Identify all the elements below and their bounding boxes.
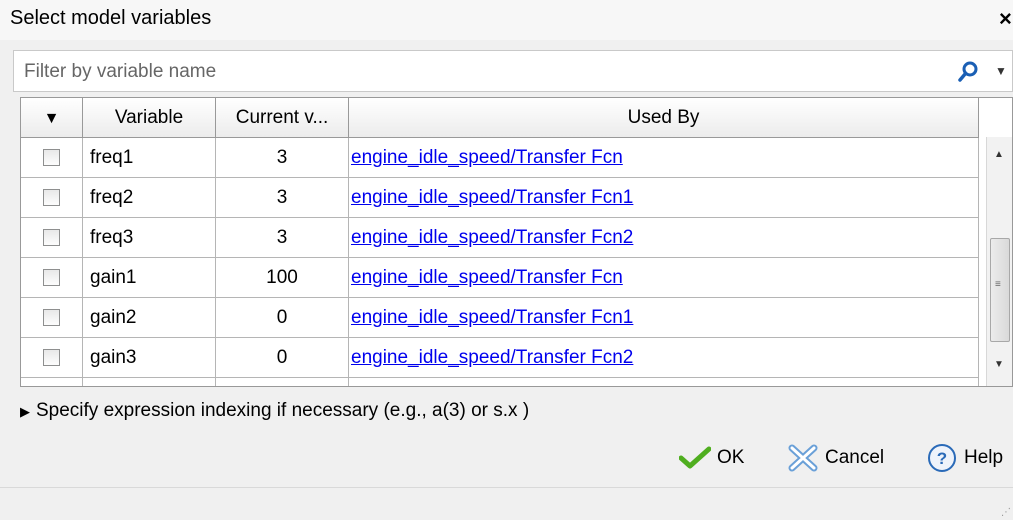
- row-checkbox[interactable]: [43, 308, 60, 326]
- help-button[interactable]: ? Help: [926, 442, 1003, 474]
- value-cell: 3: [215, 137, 349, 178]
- cancel-label: Cancel: [825, 447, 885, 468]
- variable-column-header[interactable]: Variable: [82, 98, 216, 138]
- check-icon: [679, 446, 711, 469]
- cancel-button[interactable]: Cancel: [787, 442, 884, 474]
- ok-button[interactable]: OK: [679, 442, 744, 474]
- scroll-down-arrow-icon[interactable]: ▼: [994, 359, 1004, 370]
- row-checkbox[interactable]: [43, 148, 60, 166]
- expander-label: Specify expression indexing if necessary…: [36, 400, 530, 421]
- variables-table: ▼ Variable Current v... Used By freq1 3 …: [20, 97, 1013, 387]
- search-icon[interactable]: [957, 60, 981, 84]
- table-header-row: ▼ Variable Current v... Used By: [21, 98, 979, 138]
- vertical-scrollbar[interactable]: ▲ ≡ ▼: [986, 137, 1012, 386]
- variable-cell: freq2: [82, 177, 216, 218]
- filter-input[interactable]: [14, 51, 956, 93]
- scrollbar-thumb[interactable]: ≡: [990, 238, 1010, 342]
- used-by-link[interactable]: engine_idle_speed/Transfer Fcn2: [351, 347, 633, 368]
- table-row: freq1 3 engine_idle_speed/Transfer Fcn: [21, 137, 979, 178]
- resize-grip-icon[interactable]: ⋰: [1001, 507, 1011, 518]
- grip-icon: ≡: [995, 279, 1001, 290]
- triangle-right-icon: ▶: [20, 404, 30, 419]
- used-by-link[interactable]: engine_idle_speed/Transfer Fcn1: [351, 187, 633, 208]
- used-by-link[interactable]: engine_idle_speed/Transfer Fcn: [351, 267, 623, 288]
- status-bar: ⋰: [0, 487, 1013, 520]
- row-checkbox[interactable]: [43, 268, 60, 286]
- svg-text:?: ?: [937, 449, 947, 468]
- table-row-partial: [21, 377, 979, 386]
- filter-box: ▼: [13, 50, 1013, 93]
- value-cell: 100: [215, 257, 349, 298]
- window-title: Select model variables: [10, 7, 212, 29]
- used-by-link[interactable]: engine_idle_speed/Transfer Fcn1: [351, 307, 633, 328]
- close-icon[interactable]: ×: [999, 6, 1013, 32]
- scroll-up-arrow-icon[interactable]: ▲: [994, 149, 1004, 160]
- used-by-link[interactable]: engine_idle_speed/Transfer Fcn2: [351, 227, 633, 248]
- variable-cell: freq3: [82, 217, 216, 258]
- select-all-header[interactable]: ▼: [21, 98, 83, 138]
- table-row: freq3 3 engine_idle_speed/Transfer Fcn2: [21, 217, 979, 258]
- cancel-x-icon: [788, 444, 818, 472]
- row-checkbox[interactable]: [43, 188, 60, 206]
- value-cell: 3: [215, 217, 349, 258]
- variable-cell: gain3: [82, 337, 216, 378]
- value-cell: 0: [215, 297, 349, 338]
- table-row: gain1 100 engine_idle_speed/Transfer Fcn: [21, 257, 979, 298]
- variable-cell: freq1: [82, 137, 216, 178]
- used-by-link[interactable]: engine_idle_speed/Transfer Fcn: [351, 147, 623, 168]
- value-cell: 3: [215, 177, 349, 218]
- search-options-chevron-down-icon[interactable]: ▼: [995, 64, 1007, 78]
- help-label: Help: [964, 447, 1004, 468]
- variable-cell: gain2: [82, 297, 216, 338]
- current-value-column-header[interactable]: Current v...: [215, 98, 349, 138]
- table-row: freq2 3 engine_idle_speed/Transfer Fcn1: [21, 177, 979, 218]
- expression-indexing-expander[interactable]: ▶ Specify expression indexing if necessar…: [20, 400, 529, 422]
- table-row: gain3 0 engine_idle_speed/Transfer Fcn2: [21, 337, 979, 378]
- variables-grid: ▼ Variable Current v... Used By freq1 3 …: [21, 98, 979, 386]
- title-bar: Select model variables ×: [0, 0, 1013, 40]
- row-checkbox[interactable]: [43, 348, 60, 366]
- select-menu-triangle-icon[interactable]: ▼: [44, 110, 60, 128]
- value-cell: 0: [215, 337, 349, 378]
- variable-cell: gain1: [82, 257, 216, 298]
- used-by-column-header[interactable]: Used By: [348, 98, 979, 138]
- table-row: gain2 0 engine_idle_speed/Transfer Fcn1: [21, 297, 979, 338]
- help-icon: ?: [928, 444, 956, 472]
- row-checkbox[interactable]: [43, 228, 60, 246]
- ok-label: OK: [717, 447, 745, 468]
